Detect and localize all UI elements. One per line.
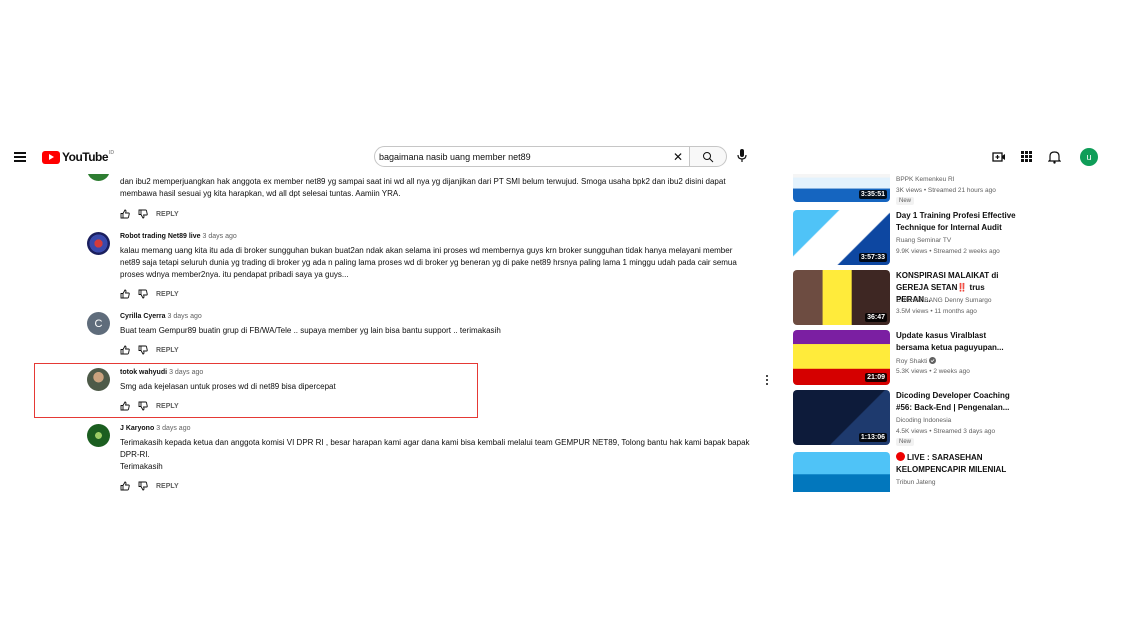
comment-text: Buat team Gempur89 buatin grup di FB/WA/… [120,326,501,335]
clear-search-icon[interactable]: ✕ [673,150,683,164]
comment-time[interactable]: 3 days ago [203,233,237,240]
video-stats: 5.3K views • 2 weeks ago [896,368,970,375]
video-thumbnail[interactable] [793,452,890,492]
microphone-icon [737,149,747,162]
apps-button[interactable] [1020,150,1034,164]
video-channel[interactable]: Tribun Jateng [896,479,936,486]
comment-avatar[interactable]: C [87,312,110,335]
video-channel-row: Roy Shakti [896,357,937,365]
bell-icon [1047,151,1062,164]
video-thumbnail[interactable]: 36:47 [793,270,890,325]
comment-header: J Karyono 3 days ago [120,425,190,432]
video-thumbnail[interactable]: 21:09 [793,330,890,385]
video-title[interactable]: Day 1 Training Profesi Effective Techniq… [896,210,1020,234]
thumbs-up-icon[interactable] [120,209,130,219]
logo-country-code: ID [109,150,115,156]
thumbs-up-icon[interactable] [120,289,130,299]
notifications-button[interactable] [1047,150,1062,164]
create-button[interactable] [992,150,1006,164]
comment-avatar[interactable] [87,232,110,255]
apps-grid-icon [1021,151,1032,162]
voice-search-button[interactable] [735,149,749,165]
video-duration: 3:57:33 [858,253,887,262]
new-badge: New [896,438,915,446]
play-logo-icon [42,150,60,164]
video-stats: 3K views • Streamed 21 hours ago [896,187,996,194]
comment-actions: REPLY [120,345,179,355]
comment-text: dan ibu2 memperjuangkan hak anggota ex m… [120,177,726,198]
comment-header: Cyrilla Cyerra 3 days ago [120,313,202,320]
video-channel[interactable]: BPPK Kemenkeu RI [896,176,955,183]
comment-actions: REPLY [120,209,179,219]
live-indicator-icon [896,452,905,461]
thumbs-up-icon[interactable] [120,345,130,355]
thumbs-down-icon[interactable] [138,345,148,355]
more-actions-icon[interactable] [765,375,769,387]
reply-button[interactable]: REPLY [156,483,179,490]
verified-check-icon [929,357,937,364]
youtube-logo[interactable]: YouTube ID [42,150,114,164]
reply-button[interactable]: REPLY [156,347,179,354]
comment-author[interactable]: J Karyono [120,425,154,432]
video-stats: 3.5M views • 11 months ago [896,308,977,315]
comment-time[interactable]: 3 days ago [156,425,190,432]
video-stats: 4.5K views • Streamed 3 days ago [896,428,996,435]
masthead: YouTube ID bagaimana nasib uang member n… [0,140,1125,174]
video-duration: 36:47 [865,313,887,322]
search-input[interactable]: bagaimana nasib uang member net89 [379,152,673,162]
video-title[interactable]: Update kasus Viralblast bersama ketua pa… [896,330,1020,354]
video-thumbnail[interactable]: 1:13:06 [793,390,890,445]
youtube-watch-page: YouTube ID bagaimana nasib uang member n… [0,140,1125,492]
thumbs-down-icon[interactable] [138,481,148,491]
reply-button[interactable]: REPLY [156,291,179,298]
video-duration: 1:13:06 [858,433,887,442]
video-channel[interactable]: Dicoding Indonesia [896,417,951,424]
thumbs-down-icon[interactable] [138,209,148,219]
new-badge: New [896,197,915,205]
thumbs-down-icon[interactable] [138,289,148,299]
video-duration: 21:09 [865,373,887,382]
menu-icon[interactable] [14,152,26,162]
comment-avatar[interactable] [87,424,110,447]
video-stats: 9.9K views • Streamed 2 weeks ago [896,248,1000,255]
comment-author[interactable]: Robot trading Net89 live [120,233,201,240]
create-video-icon [992,152,1005,162]
video-channel[interactable]: Ruang Seminar TV [896,237,951,244]
video-channel[interactable]: Roy Shakti [896,358,927,365]
video-title[interactable]: Dicoding Developer Coaching #56: Back-En… [896,390,1020,414]
comment-actions: REPLY [120,481,179,491]
reply-button[interactable]: REPLY [156,211,179,218]
comment-actions: REPLY [120,289,179,299]
comment-author[interactable]: Cyrilla Cyerra [120,313,166,320]
comment-time[interactable]: 3 days ago [168,313,202,320]
video-channel[interactable]: CURHAT BANG Denny Sumargo [896,297,992,304]
search-button[interactable] [689,146,727,167]
video-thumbnail[interactable]: 3:57:33 [793,210,890,265]
comment-text: kalau memang uang kita itu ada di broker… [120,246,737,279]
video-duration: 3:35:51 [858,190,887,199]
search-icon [703,151,714,162]
comment-text: Terimakasih kepada ketua dan anggota kom… [120,438,750,459]
search-box[interactable]: bagaimana nasib uang member net89 ✕ [374,146,690,167]
video-title-row[interactable]: LIVE : SARASEHAN KELOMPENCAPIR MILENIAL [896,452,1020,476]
comment-header: Robot trading Net89 live 3 days ago [120,233,237,240]
account-avatar[interactable]: u [1080,148,1098,166]
comment-text-line2: Terimakasih [120,462,163,471]
highlight-box [34,363,478,418]
thumbs-up-icon[interactable] [120,481,130,491]
logo-text: YouTube [62,150,109,164]
video-title[interactable]: LIVE : SARASEHAN KELOMPENCAPIR MILENIAL [896,453,1006,474]
